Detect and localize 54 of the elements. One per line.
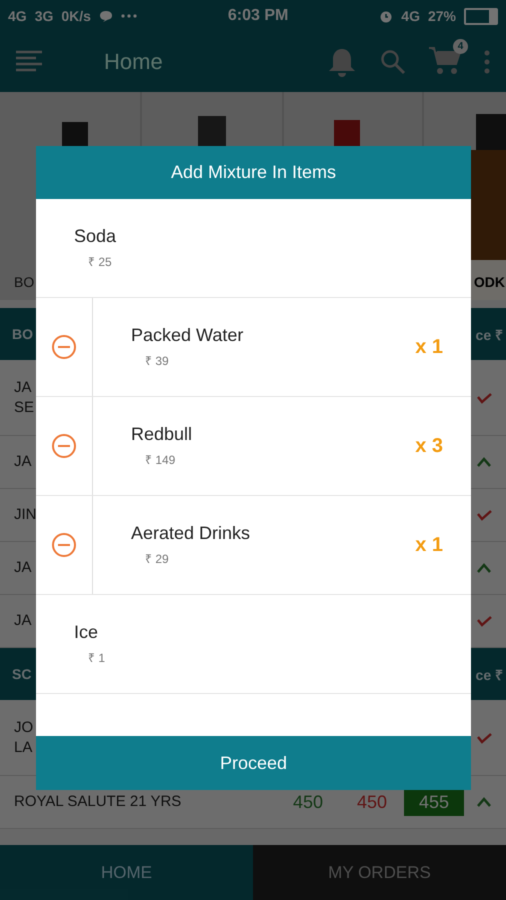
product-name: JO LA <box>14 718 34 757</box>
header-text: BO <box>12 326 33 342</box>
header-text: ce ₹ <box>476 326 503 344</box>
proceed-button[interactable]: Proceed <box>36 736 471 790</box>
item-price: ₹ 149 <box>144 452 176 468</box>
item-price: ₹ 1 <box>87 650 106 666</box>
mixer-item[interactable]: Soda ₹ 25 <box>36 199 471 298</box>
item-name: Redbull <box>131 424 194 445</box>
item-name: Soda <box>74 226 118 247</box>
product-name: JA <box>14 611 32 631</box>
dialog-title: Add Mixture In Items <box>36 146 471 199</box>
quantity-text: x 1 <box>415 336 443 358</box>
item-price: ₹ 29 <box>144 551 170 567</box>
cart-count-badge: 4 <box>453 38 468 54</box>
quantity-text: x 3 <box>415 434 443 458</box>
item-price: ₹ 39 <box>144 353 170 369</box>
quantity-text: x 1 <box>415 534 443 556</box>
product-name: ROYAL SALUTE 21 YRS <box>14 792 182 812</box>
product-name: JIN <box>14 505 36 525</box>
chat-icon <box>98 10 113 22</box>
more-icon <box>120 14 137 18</box>
battery-icon <box>464 8 498 24</box>
menu-icon[interactable] <box>16 50 42 74</box>
alarm-icon <box>379 9 394 23</box>
price-text: 455 <box>404 788 464 816</box>
mixer-item[interactable]: Redbull ₹ 149 x 3 <box>36 397 471 496</box>
mixer-item[interactable]: Packed Water ₹ 39 x 1 <box>36 298 471 397</box>
status-text: 0K/s <box>61 8 91 24</box>
minus-icon[interactable] <box>51 334 77 360</box>
product-name: JA <box>14 452 32 472</box>
status-text: 4G <box>8 8 27 24</box>
battery-text: 27% <box>428 8 456 24</box>
status-text: 3G <box>34 8 54 24</box>
clock: 6:03 PM <box>228 7 288 25</box>
item-name: Aerated Drinks <box>131 523 252 544</box>
toolbar-title: Home <box>104 49 164 75</box>
item-price: ₹ 25 <box>87 254 113 270</box>
mixer-item[interactable]: Ice ₹ 1 <box>36 595 471 694</box>
mixer-item[interactable]: Aerated Drinks ₹ 29 x 1 <box>36 496 471 595</box>
price-text: 450 <box>356 792 388 812</box>
banner-caption: ODK <box>474 274 505 290</box>
minus-icon[interactable] <box>51 433 77 459</box>
price-text: 450 <box>292 792 324 812</box>
product-name: JA <box>14 558 32 578</box>
header-text: SC <box>12 666 32 682</box>
network-text: 4G <box>401 8 420 24</box>
product-name: JA SE <box>14 378 34 417</box>
banner-caption: BO <box>14 274 34 290</box>
header-text: ce ₹ <box>476 666 503 684</box>
minus-icon[interactable] <box>51 532 77 558</box>
item-name: Ice <box>74 622 100 643</box>
overflow-menu-icon[interactable] <box>484 50 490 74</box>
search-icon[interactable] <box>380 49 406 75</box>
item-name: Packed Water <box>131 325 244 346</box>
